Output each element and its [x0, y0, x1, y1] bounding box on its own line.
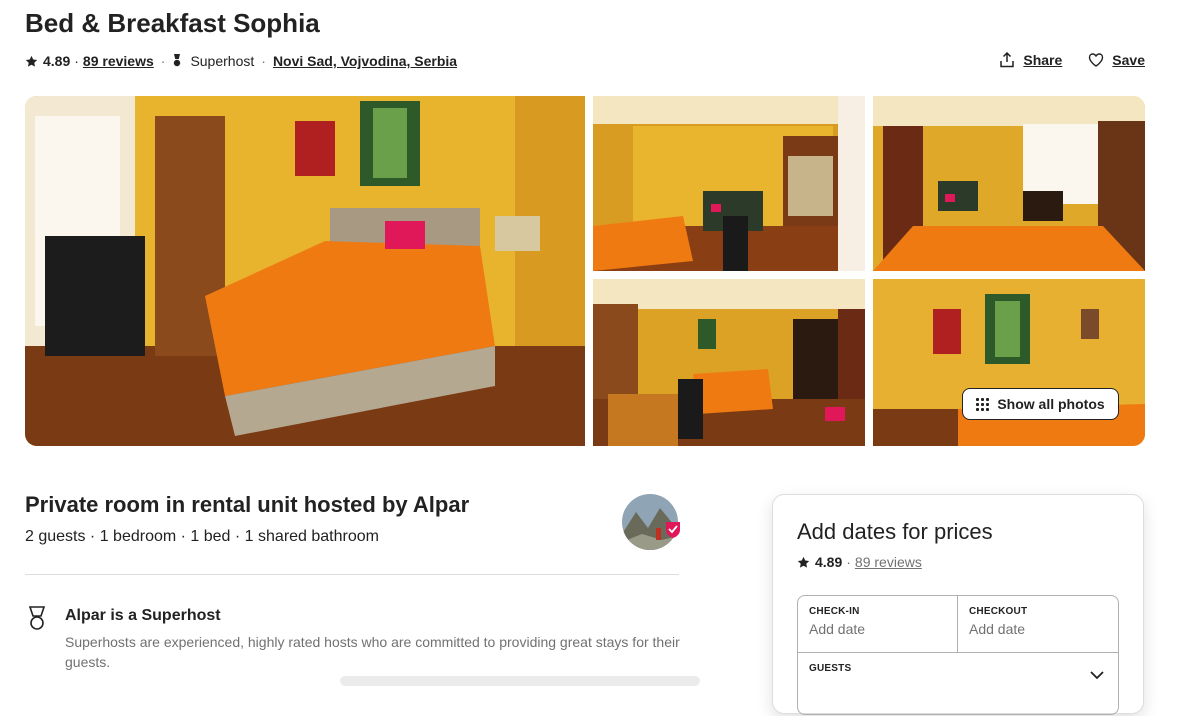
star-icon: [797, 556, 810, 568]
room-title: Private room in rental unit hosted by Al…: [25, 492, 470, 517]
chevron-down-icon[interactable]: [1090, 670, 1104, 680]
booking-rating-value: 4.89: [815, 554, 843, 570]
show-all-photos-label: Show all photos: [997, 396, 1105, 412]
checkout-value: Add date: [969, 621, 1026, 637]
superhost-medal-icon: [28, 606, 46, 630]
section-divider: [25, 574, 679, 575]
highlight-description: Superhosts are experienced, highly rated…: [65, 634, 680, 670]
meta-separator: ·: [160, 53, 166, 69]
location-link[interactable]: Novi Sad, Vojvodina, Serbia: [273, 53, 457, 69]
bedroom-photo-3: [873, 96, 1145, 271]
listing-meta: 4.89 · 89 reviews · Superhost · Novi Sad…: [25, 52, 457, 70]
bedroom-photo-5: [873, 279, 1145, 446]
checkin-field[interactable]: CHECK-IN Add date: [798, 596, 958, 652]
photo-2[interactable]: [593, 96, 865, 271]
listing-actions: Share Save: [999, 52, 1145, 68]
rating-value: 4.89: [43, 53, 71, 69]
save-button[interactable]: Save: [1088, 52, 1145, 68]
photo-5[interactable]: [873, 279, 1145, 446]
show-all-photos-button[interactable]: Show all photos: [962, 388, 1119, 420]
photo-gallery: Show all photos: [25, 96, 1145, 446]
heart-icon: [1089, 53, 1104, 67]
bedroom-photo-2: [593, 96, 865, 271]
guests-field[interactable]: GUESTS: [798, 652, 1118, 716]
booking-reviews-link[interactable]: 89 reviews: [855, 554, 922, 570]
booking-rating: 4.89 · 89 reviews: [797, 554, 922, 570]
superhost-label: Superhost: [190, 53, 255, 69]
date-guest-picker: CHECK-IN Add date CHECKOUT Add date GUES…: [797, 595, 1119, 715]
share-icon: [1000, 52, 1015, 68]
superhost-badge-icon: [666, 522, 680, 538]
room-details: 2 guests · 1 bedroom · 1 bed · 1 shared …: [25, 528, 379, 545]
share-label: Share: [1023, 52, 1063, 68]
bedroom-photo-4: [593, 279, 865, 446]
bedroom-photo-main: [25, 96, 585, 446]
superhost-medal-icon: [174, 54, 181, 67]
booking-card: Add dates for prices 4.89 · 89 reviews C…: [772, 494, 1144, 715]
checkin-value: Add date: [809, 621, 866, 637]
save-label: Save: [1112, 52, 1145, 68]
booking-title: Add dates for prices: [797, 519, 993, 544]
listing-title: Bed & Breakfast Sophia: [25, 8, 320, 38]
reviews-link[interactable]: 89 reviews: [83, 53, 154, 69]
share-button[interactable]: Share: [999, 52, 1062, 68]
guests-label: GUESTS: [809, 663, 852, 674]
photo-4[interactable]: [593, 279, 865, 446]
meta-separator: ·: [261, 53, 266, 69]
checkout-field[interactable]: CHECKOUT Add date: [958, 596, 1118, 652]
rating-dot: ·: [74, 53, 79, 69]
booking-rating-dot: ·: [846, 554, 851, 570]
star-icon: [25, 55, 38, 67]
photo-3[interactable]: [873, 96, 1145, 271]
checkout-label: CHECKOUT: [969, 606, 1028, 617]
checkin-label: CHECK-IN: [809, 606, 860, 617]
grid-dots-icon: [976, 397, 990, 411]
highlight-title: Alpar is a Superhost: [65, 607, 221, 624]
bottom-bar-shadow: [340, 676, 700, 686]
main-photo[interactable]: [25, 96, 585, 446]
